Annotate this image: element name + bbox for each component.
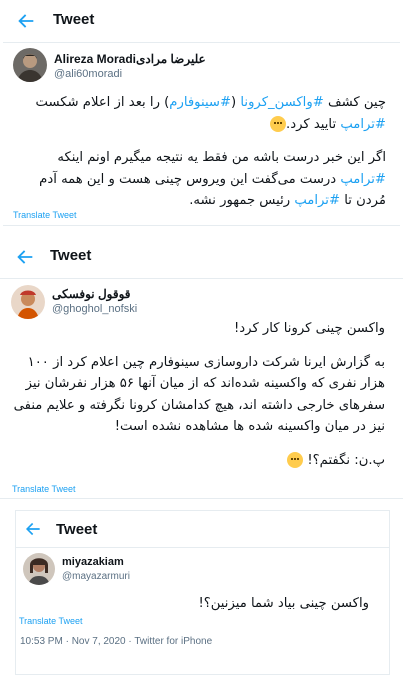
tweet-card-1: Tweet Alireza Moradiعلیرضا مرادی @ali60m… <box>3 0 400 226</box>
tweet-text-segment: واکسن چینی بیاد شما میزنین؟! <box>198 596 369 611</box>
tweet-card-2: Tweet قوقول نوفسکی @ghoghol_nofski واکسن… <box>0 236 403 499</box>
tweet-text: واکسن چینی کرونا کار کرد! به گزارش ایرنا … <box>10 318 385 483</box>
tweet-text-segment: تایید کرد. <box>286 116 341 132</box>
author-name[interactable]: قوقول نوفسکی <box>52 287 131 301</box>
hashtag-link[interactable]: #سینوفارم <box>169 95 231 110</box>
translate-tweet-link[interactable]: Translate Tweet <box>12 484 76 494</box>
avatar[interactable] <box>11 285 45 319</box>
page-title: Tweet <box>56 521 98 538</box>
back-arrow-icon[interactable] <box>23 519 43 539</box>
tweet-paragraph: به گزارش ایرنا شرکت داروسازی سینوفارم چی… <box>10 352 385 438</box>
tweet-header: Tweet <box>16 511 389 548</box>
tweet-text-segment: اگر این خبر درست باشه من فقط یه نتیجه می… <box>57 150 386 165</box>
avatar[interactable] <box>13 48 47 82</box>
avatar[interactable] <box>23 553 55 585</box>
translate-tweet-link[interactable]: Translate Tweet <box>13 210 77 220</box>
back-arrow-icon[interactable] <box>14 246 36 268</box>
tweet-text-segment: پ.ن: نگفتم؟! <box>303 452 385 468</box>
page-title: Tweet <box>50 247 92 264</box>
tweet-text: چین کشف #واکسن_کرونا (#سینوفارم) را بعد … <box>14 92 386 224</box>
tweet-paragraph: واکسن چینی کرونا کار کرد! <box>10 318 385 340</box>
tweet-metadata: 10:53 PM · Nov 7, 2020 · Twitter for iPh… <box>20 636 213 647</box>
tweet-text-segment: چین کشف <box>323 95 386 110</box>
tweet-header: Tweet <box>3 0 400 43</box>
author-handle[interactable]: @ghoghol_nofski <box>52 303 137 315</box>
woozy-face-icon <box>287 451 304 468</box>
tweet-header: Tweet <box>0 236 403 279</box>
author-name[interactable]: Alireza Moradiعلیرضا مرادی <box>54 52 206 66</box>
author-handle[interactable]: @ali60moradi <box>54 68 122 80</box>
author-handle[interactable]: @mayazarmuri <box>62 571 130 582</box>
tweet-paragraph: پ.ن: نگفتم؟! <box>10 450 385 472</box>
tweet-text-segment: واکسن چینی کرونا کار کرد! <box>234 321 385 336</box>
hashtag-link[interactable]: #ترامپ <box>340 172 386 187</box>
tweet-text-segment: به گزارش ایرنا شرکت داروسازی سینوفارم چی… <box>13 354 385 435</box>
tweet-paragraph: اگر این خبر درست باشه من فقط یه نتیجه می… <box>14 147 386 212</box>
page-title: Tweet <box>53 11 95 28</box>
thinking-face-icon <box>270 115 287 132</box>
tweet-paragraph: واکسن چینی بیاد شما میزنین؟! <box>29 593 369 615</box>
tweet-card-3: Tweet miyazakiam @mayazarmuri واکسن چینی… <box>15 510 390 675</box>
author-name[interactable]: miyazakiam <box>62 556 124 568</box>
back-arrow-icon[interactable] <box>15 10 37 32</box>
tweet-text-segment: رئیس جمهور نشه. <box>189 193 295 208</box>
tweet-paragraph: چین کشف #واکسن_کرونا (#سینوفارم) را بعد … <box>14 92 386 135</box>
translate-tweet-link[interactable]: Translate Tweet <box>19 616 83 626</box>
hashtag-link[interactable]: #واکسن_کرونا <box>240 95 323 110</box>
hashtag-link[interactable]: #ترامپ <box>294 193 340 208</box>
hashtag-link[interactable]: #ترامپ <box>340 117 386 132</box>
tweet-text-segment: ( <box>231 95 241 110</box>
tweet-text-segment: ) را بعد از اعلام شکست <box>35 95 170 110</box>
